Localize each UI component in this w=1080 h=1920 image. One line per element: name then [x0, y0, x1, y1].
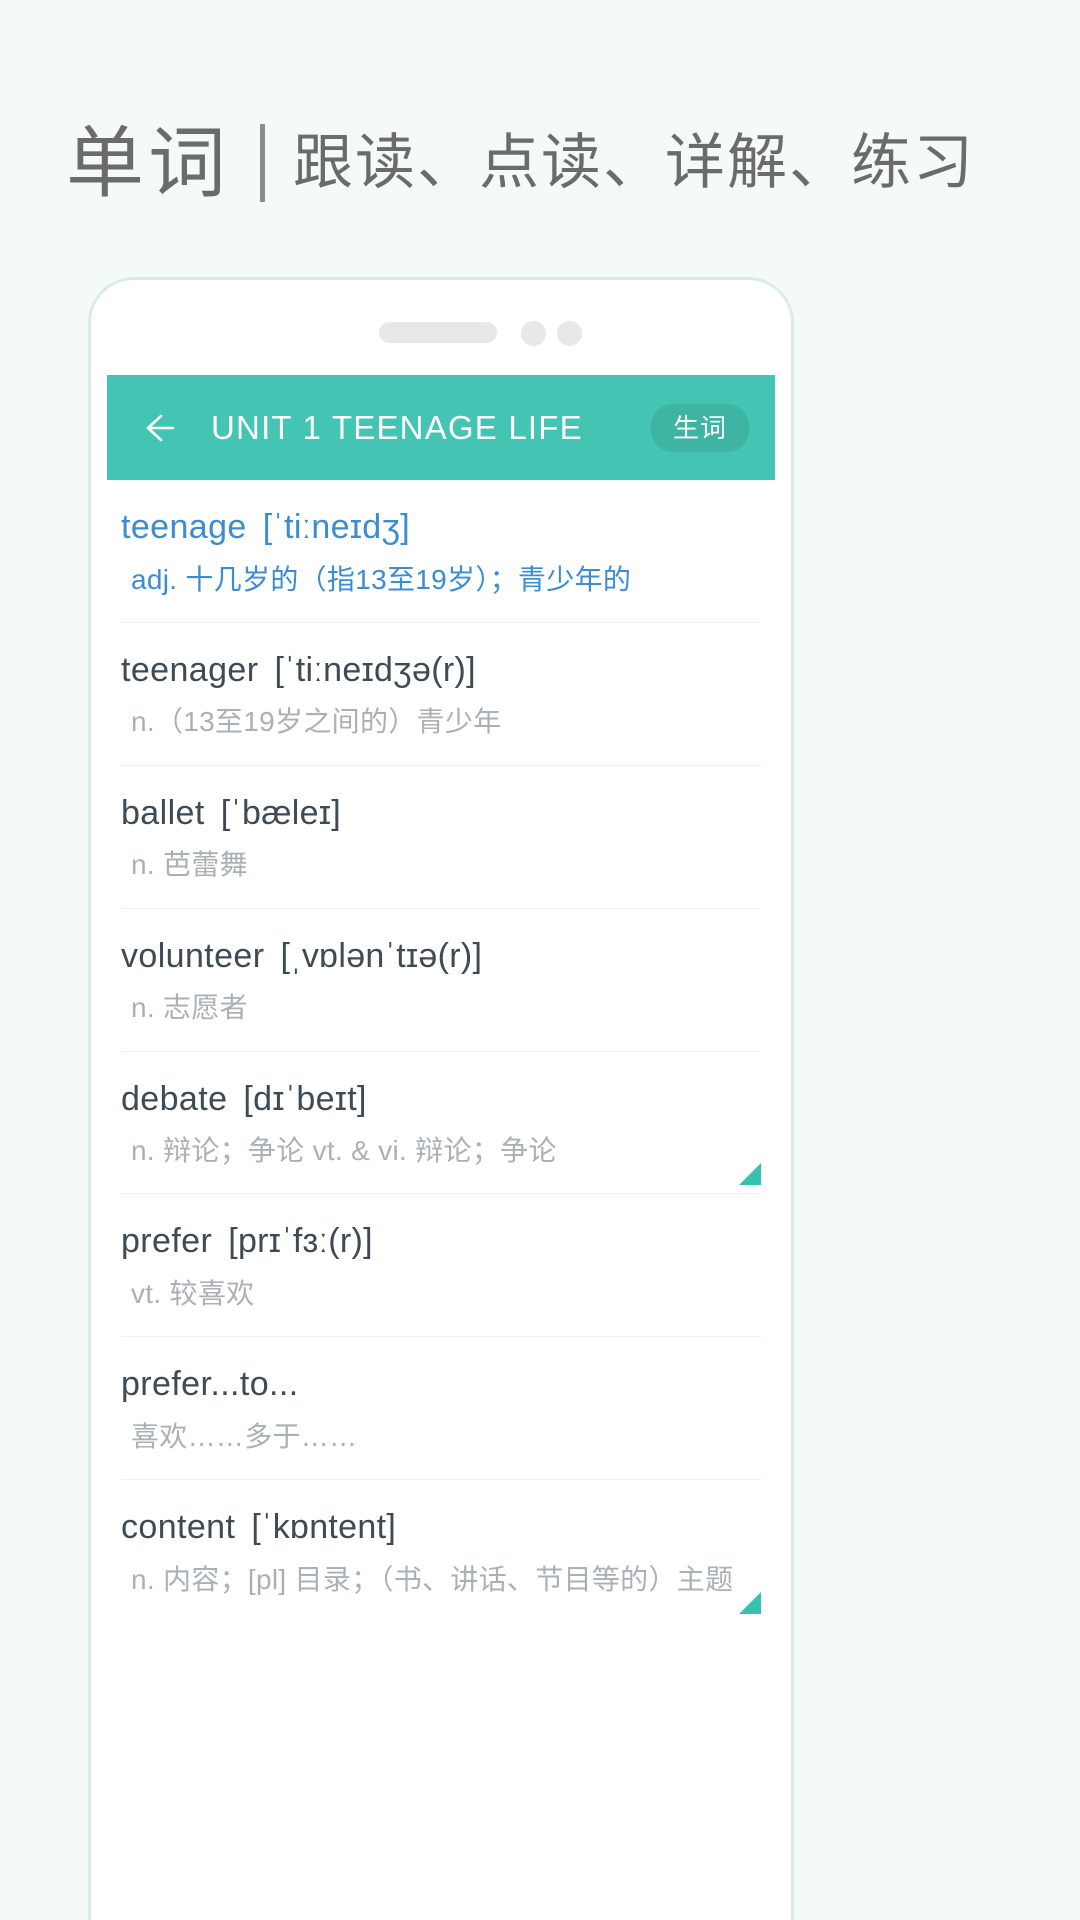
corner-marker-icon	[739, 1592, 761, 1615]
word-headline: teenage [ˈtiːneɪdʒ]	[121, 506, 761, 549]
word-definition: adj. 十几岁的（指13至19岁）；青少年的	[131, 563, 632, 595]
word-headline: prefer...to...	[121, 1363, 761, 1406]
page-title-main: 单词	[66, 119, 231, 207]
app-bar-title: UNIT 1 TEENAGE LIFE	[211, 408, 583, 446]
word-row[interactable]: debate [dɪˈbeɪt] n. 辩论；争论 vt. & vi. 辩论；争论	[121, 1052, 761, 1195]
word-term: prefer...to...	[121, 1365, 299, 1404]
word-list: teenage [ˈtiːneɪdʒ] adj. 十几岁的（指13至19岁）；青少年…	[107, 480, 775, 1623]
word-term: content	[121, 1508, 236, 1547]
sensor-dot-icon	[557, 321, 582, 346]
word-phonetic: [ˈtiːneɪdʒə(r)]	[274, 650, 476, 689]
word-headline: volunteer [ˌvɒlənˈtɪə(r)]	[121, 935, 761, 978]
word-headline: debate [dɪˈbeɪt]	[121, 1078, 761, 1121]
word-headline: content [ˈkɒntent]	[121, 1506, 761, 1549]
word-headline: ballet [ˈbæleɪ]	[121, 792, 761, 835]
word-term: prefer	[121, 1222, 213, 1261]
word-term: teenage	[121, 508, 247, 546]
page-root: 单词 跟读、点读、详解、练习 UNIT 1 TEENAGE LIFE 生词 te…	[0, 0, 1080, 1920]
word-phonetic: [ˌvɒlənˈtɪə(r)]	[280, 936, 483, 975]
page-title-subtitle: 跟读、点读、详解、练习	[293, 129, 976, 196]
word-term: volunteer	[121, 936, 265, 975]
word-phonetic: [ˈtiːneɪdʒ]	[262, 508, 411, 546]
word-headline: teenager [ˈtiːneɪdʒə(r)]	[121, 649, 761, 692]
phone-mockup: UNIT 1 TEENAGE LIFE 生词 teenage [ˈtiːneɪdʒ…	[88, 277, 794, 1920]
word-row[interactable]: teenager [ˈtiːneɪdʒə(r)] n.（13至19岁之间的）青少年	[121, 623, 761, 766]
word-row[interactable]: volunteer [ˌvɒlənˈtɪə(r)] n. 志愿者	[121, 909, 761, 1052]
word-phonetic: [ˈkɒntent]	[251, 1508, 397, 1547]
word-headline: prefer [prɪˈfɜː(r)]	[121, 1220, 761, 1263]
word-definition: n. 内容；[pl] 目录；（书、讲话、节目等的）主题	[131, 1563, 734, 1595]
word-definition: 喜欢……多于……	[131, 1420, 358, 1452]
word-row[interactable]: ballet [ˈbæleɪ] n. 芭蕾舞	[121, 766, 761, 909]
word-row[interactable]: content [ˈkɒntent] n. 内容；[pl] 目录；（书、讲话、节目等…	[121, 1480, 761, 1622]
word-row[interactable]: prefer [prɪˈfɜː(r)] vt. 较喜欢	[121, 1194, 761, 1338]
word-term: ballet	[121, 793, 205, 832]
word-definition: n. 志愿者	[131, 992, 248, 1024]
word-phonetic: [ˈbæleɪ]	[220, 793, 342, 832]
word-definition: n.（13至19岁之间的）青少年	[131, 706, 502, 738]
word-term: debate	[121, 1079, 228, 1118]
new-words-button[interactable]: 生词	[650, 403, 749, 452]
corner-marker-icon	[739, 1163, 761, 1186]
word-definition: vt. 较喜欢	[131, 1277, 255, 1309]
camera-dot-icon	[521, 321, 546, 346]
word-definition: n. 辩论；争论 vt. & vi. 辩论；争论	[131, 1135, 557, 1167]
page-title: 单词 跟读、点读、详解、练习	[66, 108, 975, 218]
word-term: teenager	[121, 650, 259, 689]
word-phonetic: [prɪˈfɜː(r)]	[228, 1222, 373, 1261]
title-divider	[260, 124, 266, 202]
back-arrow-icon[interactable]	[133, 404, 181, 452]
phone-top-bezel	[91, 280, 791, 375]
word-phonetic: [dɪˈbeɪt]	[243, 1079, 367, 1118]
word-definition: n. 芭蕾舞	[131, 849, 248, 881]
speaker-grille-icon	[379, 322, 497, 343]
word-row[interactable]: prefer...to... 喜欢……多于……	[121, 1337, 761, 1481]
word-row[interactable]: teenage [ˈtiːneɪdʒ] adj. 十几岁的（指13至19岁）；青少年…	[121, 480, 761, 623]
app-bar: UNIT 1 TEENAGE LIFE 生词	[107, 375, 775, 480]
